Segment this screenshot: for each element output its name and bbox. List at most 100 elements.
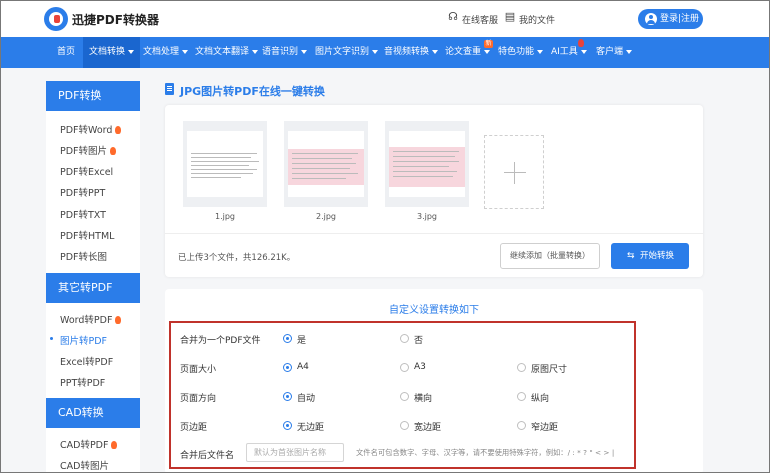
chevron-down-icon	[626, 49, 633, 54]
nav-client[interactable]: 客户端	[596, 37, 633, 68]
page-frame: 迅捷PDF转换器 ☊ 在线客服 ▤ 我的文件 登录|注册 首页 文档转换 文档处…	[0, 0, 770, 473]
filename-hint: 文件名可包含数字、字母、汉字等，请不要使用特殊字符，例如：/ : * ? " <…	[356, 448, 615, 457]
orientation-portrait-label[interactable]: 纵向	[531, 391, 549, 404]
sidebar-item-cad-to-image[interactable]: CAD转图片	[60, 458, 109, 472]
file-name-2: 2.jpg	[315, 212, 336, 221]
hot-flame-icon	[110, 147, 117, 155]
start-convert-label: 开始转换	[640, 251, 675, 261]
merge-no-radio[interactable]	[400, 334, 409, 343]
sidebar-item-pdf-to-html[interactable]: PDF转HTML	[60, 228, 114, 242]
margin-narrow-radio[interactable]	[517, 421, 526, 430]
sidebar-item-pdf-to-txt[interactable]: PDF转TXT	[60, 207, 106, 221]
nav-home[interactable]: 首页	[57, 37, 75, 68]
customer-service-link[interactable]: 在线客服	[462, 13, 498, 26]
orientation-landscape-radio[interactable]	[400, 392, 409, 401]
sidebar-group-pdf-convert[interactable]: PDF转换	[46, 81, 140, 111]
sidebar-item-pdf-to-excel[interactable]: PDF转Excel	[60, 164, 113, 178]
merge-no-label[interactable]: 否	[414, 333, 423, 346]
chevron-down-icon	[580, 49, 587, 54]
sidebar-item-cad-to-pdf[interactable]: CAD转PDF	[60, 437, 118, 451]
orientation-auto-label[interactable]: 自动	[297, 391, 315, 404]
orientation-portrait-radio[interactable]	[517, 392, 526, 401]
merged-filename-input[interactable]	[246, 443, 344, 462]
size-a3-radio[interactable]	[400, 363, 409, 372]
sidebar-group-other-to-pdf[interactable]: 其它转PDF	[46, 273, 140, 303]
merged-filename-label: 合并后文件名	[180, 451, 235, 461]
add-file-button[interactable]	[484, 135, 544, 209]
login-label: 登录|注册	[660, 14, 700, 24]
hot-flame-icon	[578, 39, 584, 47]
chevron-down-icon	[432, 49, 439, 54]
image-preview	[187, 131, 263, 197]
file-thumbnail-2[interactable]	[284, 121, 368, 207]
sidebar: PDF转换 PDF转Word PDF转图片 PDF转Excel PDF转PPT …	[46, 81, 140, 472]
main-nav: 首页 文档转换 文档处理 文档文本翻译 语音识别 图片文字识别 音视频转换 论文…	[1, 37, 769, 68]
margin-wide-label[interactable]: 宽边距	[414, 420, 441, 433]
nav-speech-recognition[interactable]: 语音识别	[262, 37, 308, 68]
nav-featured[interactable]: 特色功能	[498, 37, 544, 68]
hot-flame-icon	[115, 316, 122, 324]
margin-none-radio[interactable]	[283, 421, 292, 430]
image-preview	[389, 131, 465, 197]
chevron-down-icon	[182, 49, 189, 54]
merge-pdf-label: 合并为一个PDF文件	[180, 336, 261, 346]
nav-image-ocr[interactable]: 图片文字识别	[315, 37, 379, 68]
start-convert-button[interactable]: ⇆ 开始转换	[611, 243, 689, 269]
margin-narrow-label[interactable]: 窄边距	[531, 420, 558, 433]
chevron-down-icon	[128, 49, 135, 54]
chevron-down-icon	[537, 49, 544, 54]
sidebar-item-pdf-to-word[interactable]: PDF转Word	[60, 122, 122, 136]
orientation-landscape-label[interactable]: 横向	[414, 391, 432, 404]
sidebar-item-pdf-to-ppt[interactable]: PDF转PPT	[60, 185, 105, 199]
file-icon: ▤	[504, 10, 516, 23]
orientation-auto-radio[interactable]	[283, 392, 292, 401]
settings-title: 自定义设置转换如下	[389, 305, 479, 316]
size-original-label[interactable]: 原图尺寸	[531, 362, 567, 375]
margin-wide-radio[interactable]	[400, 421, 409, 430]
nav-doc-translate[interactable]: 文档文本翻译	[195, 37, 259, 68]
hot-flame-icon	[111, 441, 118, 449]
file-thumbnail-3[interactable]	[385, 121, 469, 207]
chevron-down-icon	[484, 49, 491, 54]
logo-icon[interactable]	[44, 7, 68, 31]
file-thumbnail-1[interactable]	[183, 121, 267, 207]
login-register-button[interactable]: 登录|注册	[638, 9, 703, 29]
sidebar-item-pdf-to-image[interactable]: PDF转图片	[60, 143, 117, 157]
nav-av-convert[interactable]: 音视频转换	[384, 37, 439, 68]
sidebar-item-pdf-to-long-image[interactable]: PDF转长图	[60, 249, 107, 263]
new-badge: 新	[484, 40, 493, 48]
sidebar-item-excel-to-pdf[interactable]: Excel转PDF	[60, 354, 113, 368]
chevron-down-icon	[252, 49, 259, 54]
chevron-down-icon	[301, 49, 308, 54]
divider	[165, 233, 703, 234]
size-a3-label[interactable]: A3	[414, 362, 426, 372]
hot-flame-icon	[115, 126, 122, 134]
file-name-3: 3.jpg	[416, 212, 437, 221]
nav-doc-convert[interactable]: 文档转换	[83, 37, 141, 68]
sidebar-group-cad-convert[interactable]: CAD转换	[46, 398, 140, 428]
page-title: JPG图片转PDF在线一键转换	[180, 85, 325, 98]
document-icon	[165, 83, 174, 95]
sidebar-item-word-to-pdf[interactable]: Word转PDF	[60, 312, 122, 326]
image-preview	[288, 131, 364, 197]
merge-yes-radio[interactable]	[283, 334, 292, 343]
size-original-radio[interactable]	[517, 363, 526, 372]
sidebar-item-ppt-to-pdf[interactable]: PPT转PDF	[60, 375, 105, 389]
size-a4-radio[interactable]	[283, 363, 292, 372]
upload-status: 已上传3个文件，共126.21K。	[178, 253, 296, 263]
page-size-label: 页面大小	[180, 365, 217, 375]
page-orientation-label: 页面方向	[180, 394, 217, 404]
continue-add-button[interactable]: 继续添加（批量转换）	[500, 243, 600, 269]
margin-label: 页边距	[180, 423, 208, 433]
top-bar: 迅捷PDF转换器 ☊ 在线客服 ▤ 我的文件 登录|注册	[1, 1, 769, 37]
margin-none-label[interactable]: 无边距	[297, 420, 324, 433]
headset-icon: ☊	[448, 10, 458, 23]
size-a4-label[interactable]: A4	[297, 362, 309, 372]
sidebar-item-image-to-pdf[interactable]: 图片转PDF	[50, 333, 107, 347]
brand-name[interactable]: 迅捷PDF转换器	[72, 11, 159, 28]
swap-icon: ⇆	[627, 251, 635, 261]
merge-yes-label[interactable]: 是	[297, 333, 306, 346]
my-files-link[interactable]: 我的文件	[519, 13, 555, 26]
nav-doc-process[interactable]: 文档处理	[143, 37, 189, 68]
file-name-1: 1.jpg	[214, 212, 235, 221]
